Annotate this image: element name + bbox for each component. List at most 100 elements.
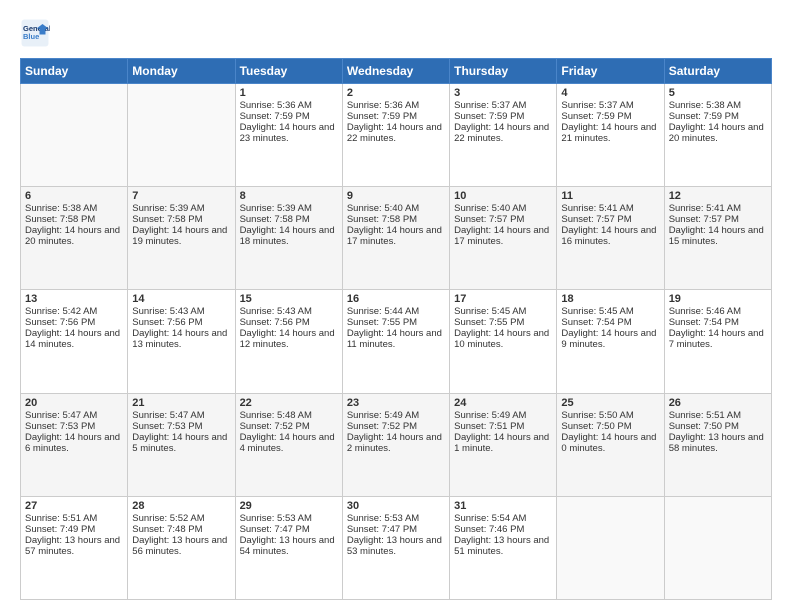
sunrise-label: Sunrise: 5:36 AM [347, 100, 419, 111]
daylight-label: Daylight: 14 hours and 22 minutes. [347, 122, 442, 144]
daylight-label: Daylight: 13 hours and 53 minutes. [347, 535, 442, 557]
sunrise-label: Sunrise: 5:50 AM [561, 410, 633, 421]
calendar-cell: 3Sunrise: 5:37 AMSunset: 7:59 PMDaylight… [450, 84, 557, 187]
calendar-cell: 26Sunrise: 5:51 AMSunset: 7:50 PMDayligh… [664, 393, 771, 496]
daylight-label: Daylight: 14 hours and 16 minutes. [561, 225, 656, 247]
day-number: 15 [240, 293, 338, 305]
sunset-label: Sunset: 7:54 PM [669, 317, 739, 328]
daylight-label: Daylight: 14 hours and 4 minutes. [240, 432, 335, 454]
sunset-label: Sunset: 7:58 PM [132, 214, 202, 225]
day-number: 26 [669, 397, 767, 409]
sunrise-label: Sunrise: 5:53 AM [347, 513, 419, 524]
sunrise-label: Sunrise: 5:54 AM [454, 513, 526, 524]
svg-text:Blue: Blue [23, 32, 39, 41]
calendar-week-3: 13Sunrise: 5:42 AMSunset: 7:56 PMDayligh… [21, 290, 772, 393]
calendar-body: 1Sunrise: 5:36 AMSunset: 7:59 PMDaylight… [21, 84, 772, 600]
sunset-label: Sunset: 7:56 PM [240, 317, 310, 328]
calendar-cell: 16Sunrise: 5:44 AMSunset: 7:55 PMDayligh… [342, 290, 449, 393]
sunset-label: Sunset: 7:57 PM [561, 214, 631, 225]
calendar-cell: 10Sunrise: 5:40 AMSunset: 7:57 PMDayligh… [450, 187, 557, 290]
daylight-label: Daylight: 14 hours and 11 minutes. [347, 328, 442, 350]
daylight-label: Daylight: 14 hours and 20 minutes. [25, 225, 120, 247]
day-number: 17 [454, 293, 552, 305]
day-number: 3 [454, 87, 552, 99]
calendar-cell [21, 84, 128, 187]
sunrise-label: Sunrise: 5:45 AM [454, 306, 526, 317]
sunset-label: Sunset: 7:47 PM [240, 524, 310, 535]
calendar-cell: 19Sunrise: 5:46 AMSunset: 7:54 PMDayligh… [664, 290, 771, 393]
day-number: 27 [25, 500, 123, 512]
calendar-cell: 21Sunrise: 5:47 AMSunset: 7:53 PMDayligh… [128, 393, 235, 496]
daylight-label: Daylight: 14 hours and 14 minutes. [25, 328, 120, 350]
sunset-label: Sunset: 7:57 PM [669, 214, 739, 225]
calendar-cell: 22Sunrise: 5:48 AMSunset: 7:52 PMDayligh… [235, 393, 342, 496]
daylight-label: Daylight: 14 hours and 7 minutes. [669, 328, 764, 350]
logo: General Blue [20, 18, 50, 48]
daylight-label: Daylight: 14 hours and 10 minutes. [454, 328, 549, 350]
day-number: 7 [132, 190, 230, 202]
day-number: 25 [561, 397, 659, 409]
sunrise-label: Sunrise: 5:43 AM [132, 306, 204, 317]
daylight-label: Daylight: 13 hours and 58 minutes. [669, 432, 764, 454]
day-number: 22 [240, 397, 338, 409]
calendar-cell: 27Sunrise: 5:51 AMSunset: 7:49 PMDayligh… [21, 496, 128, 599]
calendar-cell: 14Sunrise: 5:43 AMSunset: 7:56 PMDayligh… [128, 290, 235, 393]
sunrise-label: Sunrise: 5:41 AM [561, 203, 633, 214]
daylight-label: Daylight: 13 hours and 57 minutes. [25, 535, 120, 557]
calendar-cell: 13Sunrise: 5:42 AMSunset: 7:56 PMDayligh… [21, 290, 128, 393]
sunrise-label: Sunrise: 5:38 AM [669, 100, 741, 111]
calendar-cell: 23Sunrise: 5:49 AMSunset: 7:52 PMDayligh… [342, 393, 449, 496]
day-number: 4 [561, 87, 659, 99]
sunrise-label: Sunrise: 5:44 AM [347, 306, 419, 317]
day-number: 11 [561, 190, 659, 202]
sunrise-label: Sunrise: 5:49 AM [454, 410, 526, 421]
day-number: 31 [454, 500, 552, 512]
day-number: 9 [347, 190, 445, 202]
daylight-label: Daylight: 14 hours and 13 minutes. [132, 328, 227, 350]
daylight-label: Daylight: 14 hours and 12 minutes. [240, 328, 335, 350]
calendar-week-5: 27Sunrise: 5:51 AMSunset: 7:49 PMDayligh… [21, 496, 772, 599]
calendar-cell: 9Sunrise: 5:40 AMSunset: 7:58 PMDaylight… [342, 187, 449, 290]
calendar-table: SundayMondayTuesdayWednesdayThursdayFrid… [20, 58, 772, 600]
calendar-week-1: 1Sunrise: 5:36 AMSunset: 7:59 PMDaylight… [21, 84, 772, 187]
calendar-cell: 24Sunrise: 5:49 AMSunset: 7:51 PMDayligh… [450, 393, 557, 496]
sunset-label: Sunset: 7:49 PM [25, 524, 95, 535]
sunset-label: Sunset: 7:55 PM [347, 317, 417, 328]
sunset-label: Sunset: 7:51 PM [454, 421, 524, 432]
daylight-label: Daylight: 14 hours and 17 minutes. [454, 225, 549, 247]
calendar-cell: 18Sunrise: 5:45 AMSunset: 7:54 PMDayligh… [557, 290, 664, 393]
sunset-label: Sunset: 7:48 PM [132, 524, 202, 535]
calendar-cell: 1Sunrise: 5:36 AMSunset: 7:59 PMDaylight… [235, 84, 342, 187]
calendar-cell: 31Sunrise: 5:54 AMSunset: 7:46 PMDayligh… [450, 496, 557, 599]
sunrise-label: Sunrise: 5:45 AM [561, 306, 633, 317]
sunrise-label: Sunrise: 5:47 AM [132, 410, 204, 421]
daylight-label: Daylight: 14 hours and 15 minutes. [669, 225, 764, 247]
sunset-label: Sunset: 7:56 PM [132, 317, 202, 328]
calendar-cell: 20Sunrise: 5:47 AMSunset: 7:53 PMDayligh… [21, 393, 128, 496]
sunset-label: Sunset: 7:59 PM [454, 111, 524, 122]
calendar-cell: 30Sunrise: 5:53 AMSunset: 7:47 PMDayligh… [342, 496, 449, 599]
logo-icon: General Blue [20, 18, 50, 48]
sunrise-label: Sunrise: 5:51 AM [25, 513, 97, 524]
calendar-cell: 12Sunrise: 5:41 AMSunset: 7:57 PMDayligh… [664, 187, 771, 290]
sunset-label: Sunset: 7:54 PM [561, 317, 631, 328]
calendar-week-2: 6Sunrise: 5:38 AMSunset: 7:58 PMDaylight… [21, 187, 772, 290]
day-number: 6 [25, 190, 123, 202]
sunset-label: Sunset: 7:55 PM [454, 317, 524, 328]
daylight-label: Daylight: 14 hours and 2 minutes. [347, 432, 442, 454]
sunrise-label: Sunrise: 5:37 AM [454, 100, 526, 111]
sunrise-label: Sunrise: 5:37 AM [561, 100, 633, 111]
day-number: 20 [25, 397, 123, 409]
sunrise-label: Sunrise: 5:40 AM [454, 203, 526, 214]
calendar-cell: 7Sunrise: 5:39 AMSunset: 7:58 PMDaylight… [128, 187, 235, 290]
calendar-cell: 28Sunrise: 5:52 AMSunset: 7:48 PMDayligh… [128, 496, 235, 599]
day-header-tuesday: Tuesday [235, 59, 342, 84]
day-header-friday: Friday [557, 59, 664, 84]
day-number: 16 [347, 293, 445, 305]
day-number: 28 [132, 500, 230, 512]
daylight-label: Daylight: 14 hours and 5 minutes. [132, 432, 227, 454]
calendar-cell: 11Sunrise: 5:41 AMSunset: 7:57 PMDayligh… [557, 187, 664, 290]
day-number: 18 [561, 293, 659, 305]
day-header-thursday: Thursday [450, 59, 557, 84]
sunset-label: Sunset: 7:50 PM [561, 421, 631, 432]
